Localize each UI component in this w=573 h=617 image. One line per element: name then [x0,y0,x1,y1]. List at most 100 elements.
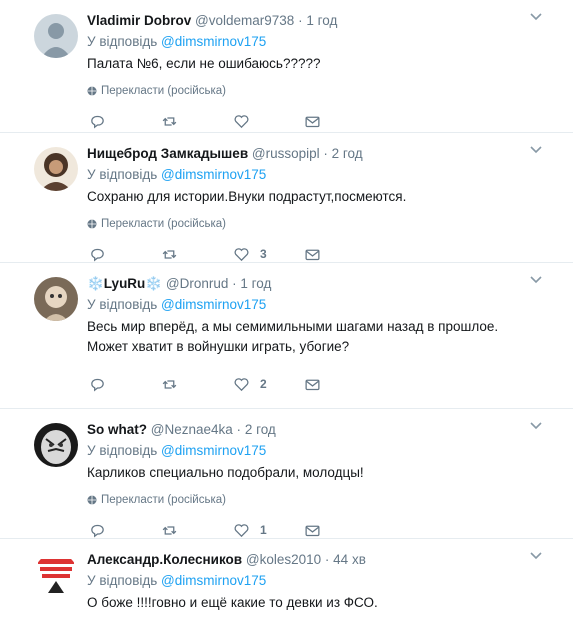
tweet-header: Александр.Колесников @koles2010 · 44 хв [87,551,561,569]
envelope-icon [305,116,320,127]
tweet-time[interactable]: 2 год [332,146,363,161]
reply-prefix: У відповідь [87,34,158,49]
mention-link[interactable]: @dimsmirnov175 [161,34,266,49]
retweet-button[interactable] [161,375,178,393]
heart-icon [234,114,249,128]
tweet-time[interactable]: 1 год [306,13,337,28]
mention-link[interactable]: @dimsmirnov175 [161,167,266,182]
tweet-time[interactable]: 44 хв [333,552,366,567]
separator-dot: · [323,146,328,161]
reply-icon [91,524,104,537]
avatar-photo[interactable] [34,553,78,597]
tweet-actions: 2 [87,363,561,407]
reply-context: У відповідь @dimsmirnov175 [87,165,561,185]
direct-message-button[interactable] [304,245,321,263]
separator-dot: · [298,13,303,28]
mention-link[interactable]: @dimsmirnov175 [161,573,266,588]
reply-prefix: У відповідь [87,573,158,588]
tweet-text: Карликов специально подобрали, молодцы! [87,465,364,480]
user-handle[interactable]: @Dronrud [166,276,228,291]
globe-icon [87,495,97,505]
reply-prefix: У відповідь [87,443,158,458]
user-handle[interactable]: @koles2010 [246,552,321,567]
reply-context: У відповідь @dimsmirnov175 [87,32,561,52]
retweet-button[interactable] [161,245,178,263]
envelope-icon [305,525,320,536]
separator-dot: · [324,552,330,567]
like-button[interactable]: 3 [233,245,267,263]
reply-button[interactable] [89,112,106,130]
translate-link[interactable]: Перекласти (російська) [87,491,561,509]
separator-dot: · [232,276,237,291]
chevron-down-icon[interactable] [529,419,543,433]
globe-icon [87,86,97,96]
translate-link[interactable]: Перекласти (російська) [87,82,561,100]
avatar-default[interactable] [34,14,78,58]
avatar-photo[interactable] [34,277,78,321]
user-name[interactable]: Александр.Колесников [87,552,242,567]
reply-context: У відповідь @dimsmirnov175 [87,571,561,591]
reply-button[interactable] [89,375,106,393]
direct-message-button[interactable] [304,112,321,130]
retweet-icon [162,116,177,126]
direct-message-button[interactable] [304,521,321,539]
mention-link[interactable]: @dimsmirnov175 [161,297,266,312]
tweet-header: ❄️LyuRu❄️ @Dronrud · 1 год [87,275,561,293]
retweet-button[interactable] [161,112,178,130]
user-handle[interactable]: @Neznae4ka [151,422,233,437]
reply-icon [91,378,104,391]
heart-icon [234,377,249,391]
mention-link[interactable]: @dimsmirnov175 [161,443,266,458]
reply-prefix: У відповідь [87,297,158,312]
avatar-photo[interactable] [34,147,78,191]
chevron-down-icon[interactable] [529,143,543,157]
heart-icon [234,247,249,261]
heart-icon [234,523,249,537]
retweet-icon [162,379,177,389]
like-button[interactable] [233,112,260,130]
tweet-header: So what? @Neznae4ka · 2 год [87,421,561,439]
user-handle[interactable]: @voldemar9738 [195,13,294,28]
tweet-replies-list: Vladimir Dobrov @voldemar9738 · 1 год У … [0,0,573,617]
reply-icon [91,248,104,261]
chevron-down-icon[interactable] [529,10,543,24]
like-count: 1 [260,523,267,537]
tweet-header: Vladimir Dobrov @voldemar9738 · 1 год [87,12,561,30]
like-button[interactable]: 1 [233,521,267,539]
reply-button[interactable] [89,521,106,539]
tweet[interactable]: ❄️LyuRu❄️ @Dronrud · 1 год У відповідь @… [0,263,573,409]
like-button[interactable]: 2 [233,375,267,393]
envelope-icon [305,379,320,390]
translate-label: Перекласти (російська) [101,218,226,230]
user-name[interactable]: ❄️LyuRu❄️ [87,276,162,291]
retweet-button[interactable] [161,521,178,539]
avatar-photo[interactable] [34,423,78,467]
user-name[interactable]: Vladimir Dobrov [87,13,191,28]
like-count: 2 [260,377,267,391]
tweet[interactable]: Vladimir Dobrov @voldemar9738 · 1 год У … [0,0,573,133]
tweet[interactable]: So what? @Neznae4ka · 2 год У відповідь … [0,409,573,539]
tweet-time[interactable]: 1 год [240,276,271,291]
chevron-down-icon[interactable] [529,273,543,287]
retweet-icon [162,249,177,259]
reply-button[interactable] [89,245,106,263]
reply-icon [91,115,104,128]
translate-label: Перекласти (російська) [101,85,226,97]
tweet-text: Палата №6, если не ошибаюсь????? [87,56,321,71]
user-handle[interactable]: @russopipl [252,146,320,161]
tweet[interactable]: Александр.Колесников @koles2010 · 44 хв … [0,539,573,617]
like-count: 3 [260,247,267,261]
direct-message-button[interactable] [304,375,321,393]
translate-label: Перекласти (російська) [101,494,226,506]
translate-link[interactable]: Перекласти (російська) [87,215,561,233]
tweet-text: О боже !!!!говно и ещё какие то девки из… [87,595,378,610]
tweet[interactable]: Нищеброд Замкадышев @russopipl · 2 год У… [0,133,573,263]
user-name[interactable]: Нищеброд Замкадышев [87,146,248,161]
chevron-down-icon[interactable] [529,549,543,563]
retweet-icon [162,525,177,535]
user-name[interactable]: So what? [87,422,147,437]
tweet-header: Нищеброд Замкадышев @russopipl · 2 год [87,145,561,163]
tweet-time[interactable]: 2 год [245,422,276,437]
envelope-icon [305,249,320,260]
tweet-text: Сохраню для истории.Внуки подрастут,посм… [87,189,407,204]
